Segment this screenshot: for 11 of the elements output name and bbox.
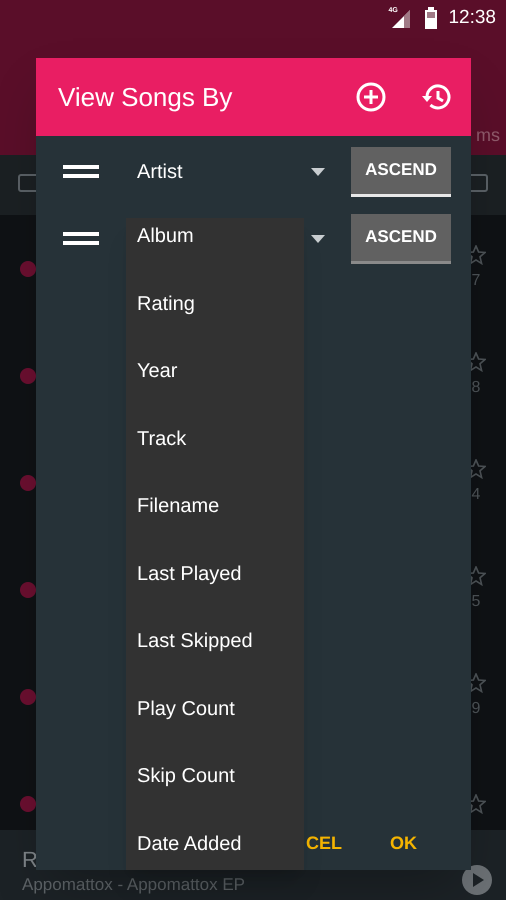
play-count: 5 — [472, 592, 480, 612]
play-count: 8 — [472, 378, 480, 398]
play-count: 4 — [472, 484, 480, 504]
play-count: 7 — [472, 270, 480, 290]
song-title: R — [22, 846, 38, 874]
clock-text: 12:38 — [448, 6, 496, 30]
play-count: 9 — [472, 698, 480, 718]
dialog-title: View Songs By — [58, 80, 234, 114]
tab-label: ms — [476, 124, 500, 147]
song-subtitle: Appomattox - Appomattox EP — [22, 874, 246, 895]
field-label: Artist — [137, 160, 183, 184]
